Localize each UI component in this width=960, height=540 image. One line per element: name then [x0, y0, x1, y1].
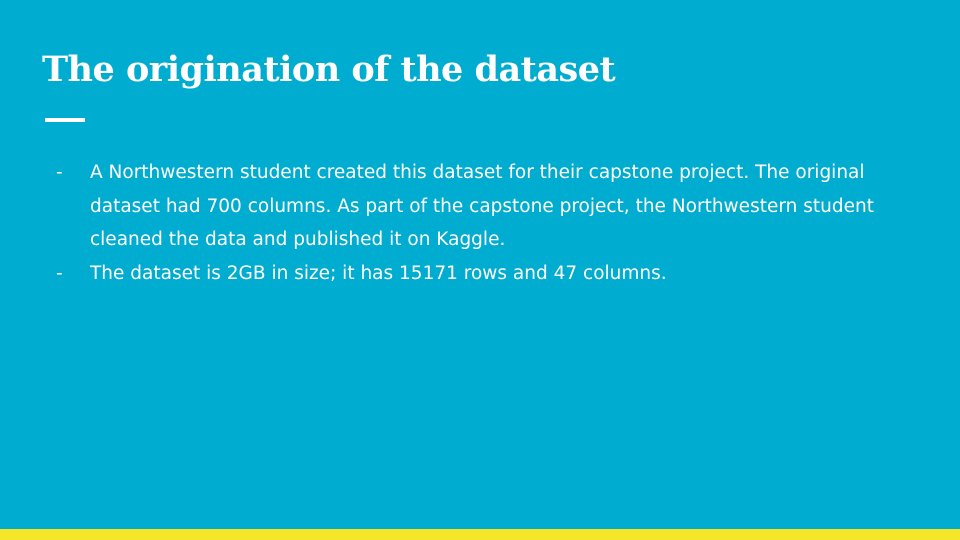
bullet-list: - A Northwestern student created this da… [56, 156, 896, 290]
bullet-marker: - [56, 162, 63, 183]
bullet-item: - The dataset is 2GB in size; it has 151… [56, 257, 896, 291]
bullet-marker: - [56, 262, 63, 284]
footer-accent-bar [0, 529, 960, 540]
slide: The origination of the dataset - A North… [0, 0, 960, 540]
bullet-text: The dataset is 2GB in size; it has 15171… [90, 262, 667, 284]
slide-title: The origination of the dataset [42, 49, 616, 90]
bullet-text: A Northwestern student created this data… [90, 162, 874, 250]
title-underline [45, 118, 85, 122]
bullet-item: - A Northwestern student created this da… [56, 156, 896, 257]
